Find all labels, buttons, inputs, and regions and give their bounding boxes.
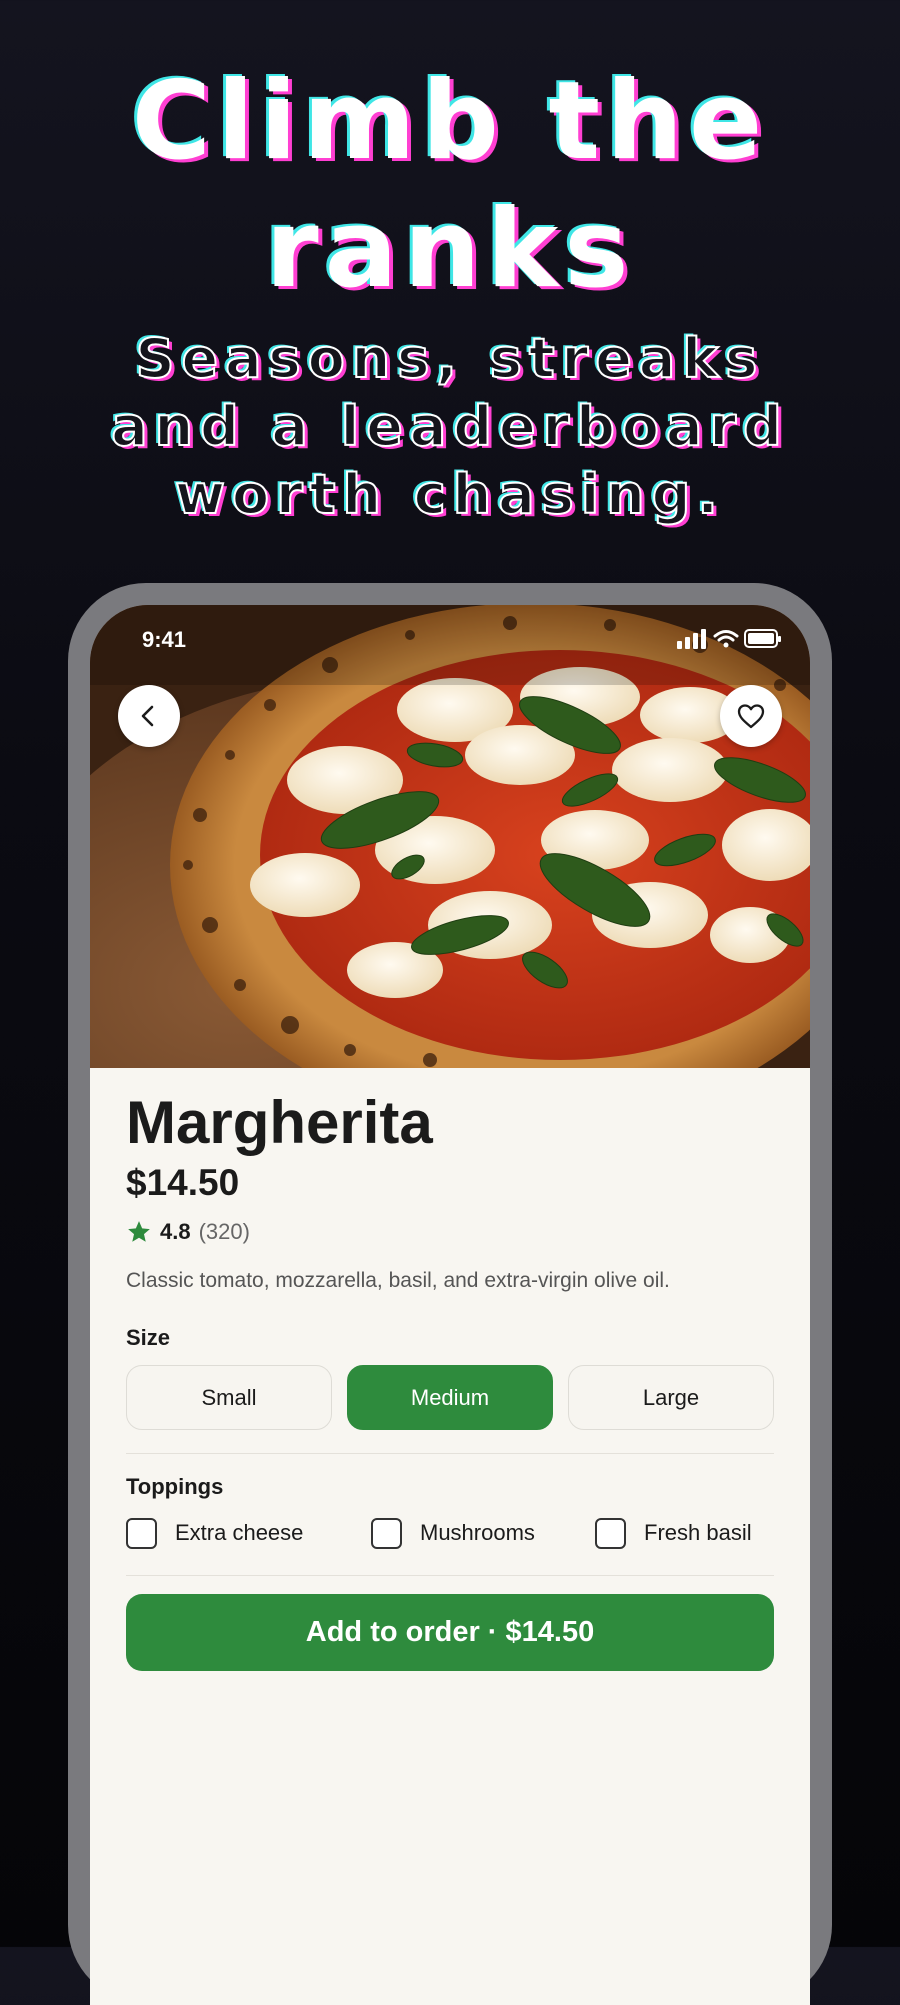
star-icon	[128, 1221, 150, 1242]
size-option-small[interactable]: Small	[126, 1365, 332, 1430]
status-icons	[677, 627, 782, 656]
status-time: 9:41	[142, 627, 187, 652]
checkbox[interactable]	[126, 1517, 157, 1549]
topping-label: Extra cheese	[175, 1520, 304, 1545]
product-price: $14.50	[126, 1162, 240, 1203]
size-label: Size	[126, 1325, 171, 1350]
rating-row: 4.8 (320)	[126, 1217, 250, 1247]
checkbox[interactable]	[595, 1517, 626, 1549]
status-bar: 9:41	[90, 605, 810, 669]
pizza-image	[90, 605, 810, 1068]
phone-screen: 9:41 Margherita $14.50 4.8 (320) Classic…	[90, 605, 810, 2005]
promo-headline-line1: Climb the	[131, 59, 769, 184]
product-name: Margherita	[126, 1089, 433, 1156]
toppings-label: Toppings	[126, 1474, 224, 1499]
divider	[126, 1575, 774, 1576]
topping-label: Fresh basil	[644, 1520, 752, 1545]
promo-headline-line2: ranks	[265, 187, 635, 312]
topping-extra-cheese[interactable]: Extra cheese	[126, 1516, 303, 1550]
promo-subline-1: Seasons, streaks	[135, 326, 765, 391]
promo-subheadline: Seasons, streaks and a leaderboard worth…	[0, 325, 900, 529]
rating-value: 4.8	[160, 1219, 191, 1244]
signal-icon	[677, 629, 706, 649]
pizza-illustration	[90, 605, 810, 1068]
topping-mushrooms[interactable]: Mushrooms	[371, 1516, 535, 1550]
wifi-icon	[713, 630, 739, 648]
size-option-large[interactable]: Large	[568, 1365, 774, 1430]
product-description: Classic tomato, mozzarella, basil, and e…	[126, 1269, 670, 1292]
size-option-medium[interactable]: Medium	[347, 1365, 553, 1430]
checkbox[interactable]	[371, 1517, 402, 1549]
add-to-order-button[interactable]: Add to order · $14.50	[126, 1594, 774, 1671]
heart-icon	[737, 704, 765, 729]
promo-headline: Climb the ranks	[0, 58, 900, 314]
promo-subline-3: worth chasing.	[174, 462, 725, 527]
back-button[interactable]	[118, 685, 180, 747]
rating-count: (320)	[198, 1219, 250, 1244]
favorite-button[interactable]	[720, 685, 782, 747]
divider	[126, 1453, 774, 1454]
topping-fresh-basil[interactable]: Fresh basil	[595, 1516, 752, 1550]
chevron-left-icon	[141, 705, 154, 727]
topping-label: Mushrooms	[420, 1520, 535, 1545]
battery-icon	[744, 629, 781, 648]
promo-subline-2: and a leaderboard	[110, 394, 789, 459]
